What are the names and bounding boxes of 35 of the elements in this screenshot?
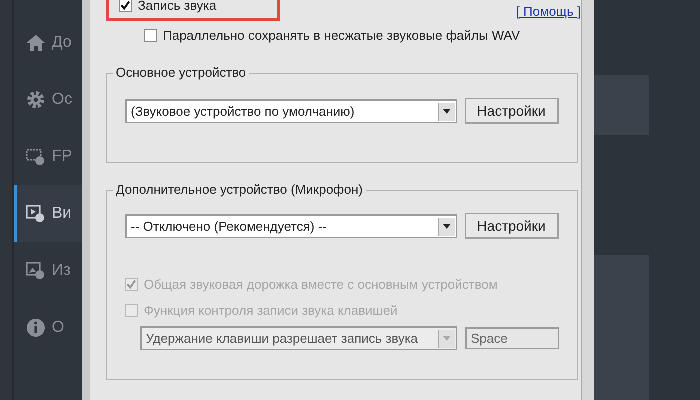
checkbox-label: Общая звуковая дорожка вместе с основным устройством xyxy=(144,277,498,292)
settings-button[interactable]: Настройки xyxy=(465,213,559,239)
checkbox[interactable] xyxy=(144,29,157,42)
device-dropdown[interactable]: -- Отключено (Рекомендуется) -- xyxy=(125,214,457,238)
film-gear-icon xyxy=(26,146,46,166)
checkbox-label: Функция контроля записи звука клавишей xyxy=(144,303,398,318)
help-link[interactable]: [ Помощь ] xyxy=(516,4,581,18)
sidebar-item[interactable]: Из xyxy=(14,242,82,299)
sidebar-label: Ви xyxy=(52,204,72,222)
dropdown-arrow-icon xyxy=(443,224,451,229)
checkbox[interactable] xyxy=(119,0,132,12)
sidebar-item[interactable]: Ос xyxy=(14,71,82,128)
image-gear-icon xyxy=(26,260,46,280)
device-dropdown[interactable]: (Звуковое устройство по умолчанию) xyxy=(125,99,457,123)
sidebar-item[interactable]: О xyxy=(14,299,82,356)
group-title: Основное устройство xyxy=(113,65,250,80)
sidebar-item[interactable]: До xyxy=(14,14,82,71)
dropdown-arrow-icon xyxy=(443,336,451,341)
sidebar-label: FP xyxy=(52,148,72,166)
video-gear-icon xyxy=(26,204,46,224)
sidebar-item[interactable]: FP xyxy=(14,128,82,185)
group-title: Дополнительное устройство (Микрофон) xyxy=(113,182,366,197)
sidebar-label: Из xyxy=(52,262,71,280)
home-icon xyxy=(26,32,46,52)
dropdown-arrow-icon xyxy=(443,109,451,114)
gear-icon xyxy=(26,90,46,110)
sidebar-label: Ос xyxy=(52,90,72,108)
settings-button[interactable]: Настройки xyxy=(465,98,559,124)
sidebar-label: О xyxy=(52,318,64,336)
info-icon xyxy=(26,318,46,338)
panel-tile xyxy=(594,75,649,135)
sidebar-label: До xyxy=(52,34,72,52)
sidebar-item[interactable]: Ви xyxy=(14,185,82,242)
checkbox-label: Параллельно сохранять в несжатые звуковые файлы WAV xyxy=(163,28,520,43)
checkbox-label: Запись звука xyxy=(138,0,217,13)
